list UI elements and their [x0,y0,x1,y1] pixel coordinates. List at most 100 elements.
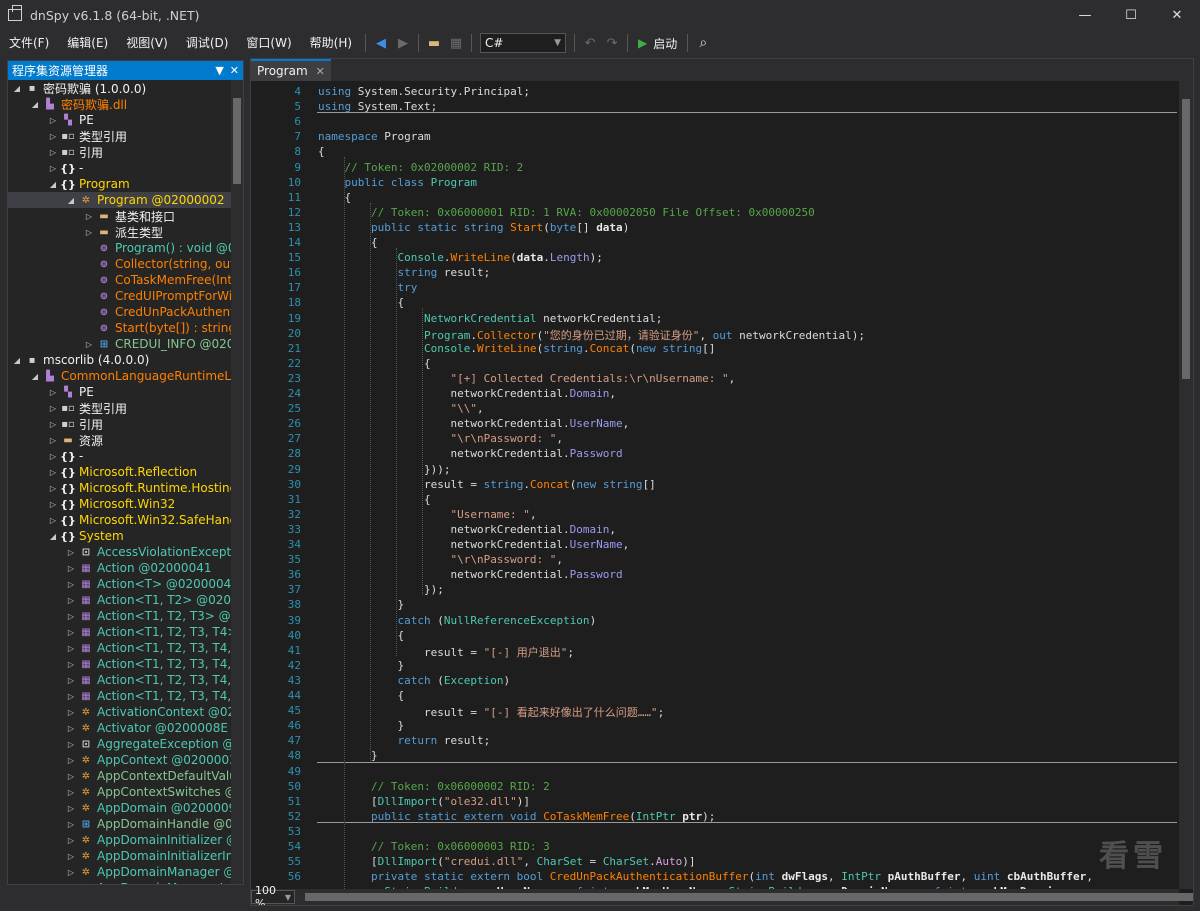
expand-arrow-icon[interactable]: ▷ [48,148,58,157]
expand-arrow-icon[interactable]: ▷ [48,388,58,397]
expand-arrow-icon[interactable]: ▷ [48,500,58,509]
tree-node[interactable]: ▷ ✲ AppDomain @02000097 [8,800,243,816]
collapse-arrow-icon[interactable]: ◢ [66,196,76,205]
expand-arrow-icon[interactable]: ▷ [48,484,58,493]
expand-arrow-icon[interactable]: ▷ [48,468,58,477]
collapse-arrow-icon[interactable]: ◢ [30,100,40,109]
tree-node[interactable]: ▷{} - [8,448,243,464]
collapse-arrow-icon[interactable]: ◢ [30,372,40,381]
panel-menu-icon[interactable]: ▼ [215,64,223,77]
tree-node[interactable]: ▷ ▪▫ 类型引用 [8,128,243,144]
tree-node[interactable]: ⊚ CredUnPackAuthentic [8,304,243,320]
tree-node[interactable]: ▷ ▚ PE [8,384,243,400]
expand-arrow-icon[interactable]: ▷ [66,836,76,845]
tree-node[interactable]: ▷ ▦ Action<T1, T2, T3, T4, T5 [8,656,243,672]
tree-node[interactable]: ▷ ⊡ AccessViolationExceptio [8,544,243,560]
tree-node[interactable]: ▷{} Microsoft.Win32 [8,496,243,512]
menu-window[interactable]: 窗口(W) [237,32,300,54]
tree-node[interactable]: ▷ ✲ ActivationContext @0200 [8,704,243,720]
tab-program[interactable]: Program ✕ [251,59,331,81]
menu-file[interactable]: 文件(F) [0,32,58,54]
tree-node[interactable]: ▷ ▬ 基类和接口 [8,208,243,224]
expand-arrow-icon[interactable]: ▷ [48,404,58,413]
search-icon[interactable]: ⌕ [692,32,714,54]
menu-view[interactable]: 视图(V) [117,32,177,54]
expand-arrow-icon[interactable]: ▷ [66,564,76,573]
tree-node[interactable]: ▷ ▪▫ 类型引用 [8,400,243,416]
expand-arrow-icon[interactable]: ▷ [66,884,76,885]
expand-arrow-icon[interactable]: ▷ [48,164,58,173]
forward-arrow-icon[interactable]: ▶ [392,32,414,54]
tree-node[interactable]: ▷ ✲ Activator @0200008E [8,720,243,736]
expand-arrow-icon[interactable]: ▷ [84,340,94,349]
tree-node[interactable]: ▷{} Microsoft.Reflection [8,464,243,480]
tree-node[interactable]: ▷ ⊞ AppDomainHandle @02 [8,816,243,832]
zoom-dropdown[interactable]: 100 % ▼ [251,884,295,905]
collapse-arrow-icon[interactable]: ◢ [48,180,58,189]
tree-node[interactable]: ▷ ▦ Action<T1, T2, T3, T4, T5 [8,672,243,688]
tree-node[interactable]: ◢ ✲ Program @02000002 [8,192,243,208]
collapse-arrow-icon[interactable]: ◢ [12,84,22,93]
redo-icon[interactable]: ↷ [601,32,623,54]
tree-node[interactable]: ▷ ▦ Action<T1, T2, T3, T4, T5 [8,640,243,656]
open-folder-icon[interactable]: ▬ [423,32,445,54]
expand-arrow-icon[interactable]: ▷ [66,692,76,701]
tree-node[interactable]: ⊚ Program() : void @06 [8,240,243,256]
panel-close-icon[interactable]: ✕ [230,64,239,77]
tree-node[interactable]: ⊚ CoTaskMemFree(IntP [8,272,243,288]
expand-arrow-icon[interactable]: ▷ [84,228,94,237]
tree-node[interactable]: ▷ ⊞ CREDUI_INFO @0200 [8,336,243,352]
tree-node[interactable]: ▷ ✲ AppContext @0200003A [8,752,243,768]
expand-arrow-icon[interactable]: ▷ [66,612,76,621]
tree-node[interactable]: ▷ ▪▫ 引用 [8,144,243,160]
tree-node[interactable]: ▷ ▬ 派生类型 [8,224,243,240]
menu-edit[interactable]: 编辑(E) [58,32,117,54]
undo-icon[interactable]: ↶ [579,32,601,54]
tree-node[interactable]: ▷{} Microsoft.Runtime.Hosting [8,480,243,496]
tree-node[interactable]: ▷ ▪▫ 引用 [8,416,243,432]
tree-node[interactable]: ◢ ▙ CommonLanguageRuntimeLibr [8,368,243,384]
scrollbar-thumb[interactable] [305,893,1193,901]
expand-arrow-icon[interactable]: ▷ [66,756,76,765]
expand-arrow-icon[interactable]: ▷ [66,820,76,829]
tree-node[interactable]: ◢ ▪ mscorlib (4.0.0.0) [8,352,243,368]
tree-node[interactable]: ◢{} Program [8,176,243,192]
expand-arrow-icon[interactable]: ▷ [66,580,76,589]
expand-arrow-icon[interactable]: ▷ [84,212,94,221]
expand-arrow-icon[interactable]: ▷ [66,628,76,637]
scrollbar-thumb[interactable] [233,98,241,184]
tree-node[interactable]: ▷ ✲ AppDomainInitializerInfo [8,848,243,864]
expand-arrow-icon[interactable]: ▷ [48,132,58,141]
open-list-icon[interactable]: ▦ [445,32,467,54]
back-arrow-icon[interactable]: ◀ [370,32,392,54]
tree-node[interactable]: ▷ ▦ Action @02000041 [8,560,243,576]
code-view[interactable]: 4 5 6 7 8 9 10 11 12 13 14 15 16 17 18 19 20 21 22 23 24 25 26… [251,83,1179,889]
maximize-button[interactable]: ☐ [1108,0,1154,30]
tree-node[interactable]: ▷ ▦ Action<T1, T2> @02000 [8,592,243,608]
tree-node[interactable]: ▷{} - [8,160,243,176]
tree-node[interactable]: ◢ ▪ 密码欺骗 (1.0.0.0) [8,80,243,96]
expand-arrow-icon[interactable]: ▷ [48,516,58,525]
tree-node[interactable]: ▷ ▦ Action<T1, T2, T3, T4, T5 [8,688,243,704]
expand-arrow-icon[interactable]: ▷ [66,644,76,653]
tree-node[interactable]: ▷{} Microsoft.Win32.SafeHandle [8,512,243,528]
start-debug-button[interactable]: ▶ 启动 [632,35,683,52]
tab-close-icon[interactable]: ✕ [316,65,325,78]
expand-arrow-icon[interactable]: ▷ [66,852,76,861]
close-button[interactable]: ✕ [1154,0,1200,30]
tree-node[interactable]: ◢ ▙ 密码欺骗.dll [8,96,243,112]
editor-vertical-scrollbar[interactable] [1179,81,1193,889]
expand-arrow-icon[interactable]: ▷ [66,868,76,877]
minimize-button[interactable]: — [1062,0,1108,30]
expand-arrow-icon[interactable]: ▷ [48,420,58,429]
tree-node[interactable]: ▷ ✲ AppDomainManager @0 [8,864,243,880]
expand-arrow-icon[interactable]: ▷ [66,740,76,749]
collapse-arrow-icon[interactable]: ◢ [12,356,22,365]
tree-node[interactable]: ▷ ✲ AppContextDefaultValue [8,768,243,784]
expand-arrow-icon[interactable]: ▷ [66,660,76,669]
tree-vertical-scrollbar[interactable] [231,80,243,884]
tree-node[interactable]: ▷ ✲ AppContextSwitches @0 [8,784,243,800]
tree-node[interactable]: ▷✲ AppDomainManagerInit [8,880,243,885]
tree-node[interactable]: ▷ ✲ AppDomainInitializer @0 [8,832,243,848]
menu-help[interactable]: 帮助(H) [301,32,361,54]
